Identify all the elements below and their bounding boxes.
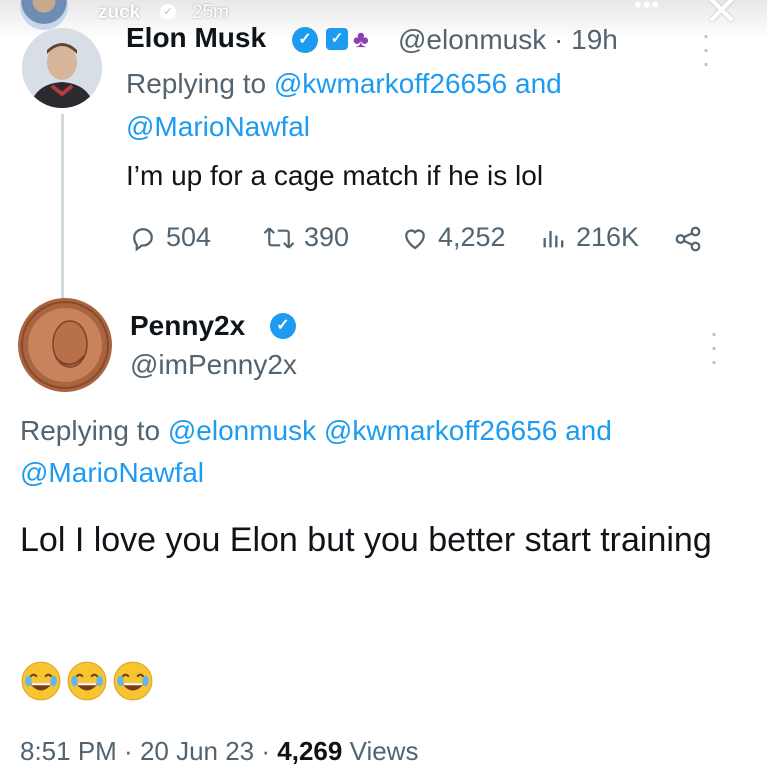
tweet-time: 19h [571,24,618,55]
footer-time[interactable]: 8:51 PM [20,736,117,766]
verified-icon: ✓ [292,27,318,53]
tweet-text: I’m up for a cage match if he is lol [126,160,544,191]
author-name[interactable]: Penny2x [130,310,245,342]
avatar[interactable] [18,298,112,392]
story-more-icon[interactable]: ••• [634,0,660,18]
mention-link[interactable]: @elonmusk [168,415,316,446]
retweet-button[interactable]: 390 [262,222,349,253]
like-button[interactable]: 4,252 [400,222,506,253]
retweet-icon [263,227,295,248]
views-chart-icon [543,230,564,247]
tweet-text: Lol I love you Elon but you better start… [20,521,712,559]
laughing-emoji-icon [113,661,153,701]
laughing-emoji-icon [21,661,61,701]
reply-button[interactable]: 504 [128,222,211,253]
verified-icon: ✓ [270,313,296,339]
reply-count: 504 [166,222,212,252]
share-icon[interactable] [672,224,704,259]
thread-line [61,114,64,300]
mention-link[interactable]: @MarioNawfal [126,111,310,143]
tweet-footer: 8:51 PM · 20 Jun 23 · 4,269 Views [20,736,419,766]
footer-date[interactable]: 20 Jun 23 [140,736,254,766]
footer-views-label: Views [349,736,419,766]
mention-link[interactable]: @MarioNawfal [20,457,204,489]
elon-avatar-image [22,28,102,108]
views-button[interactable]: 216K [540,222,639,253]
retweet-count: 390 [304,222,350,252]
like-count: 4,252 [438,222,506,252]
author-handle[interactable]: @imPenny2x [130,349,297,381]
author-name[interactable]: Elon Musk [126,22,266,54]
views-count: 216K [576,222,640,252]
story-username[interactable]: zuck [98,2,140,24]
replying-to-line: Replying to @elonmusk @kwmarkoff26656 an… [20,415,612,446]
emoji-row [20,660,154,702]
avatar[interactable] [22,28,102,108]
penny-coin-image [21,301,109,389]
heart-icon [405,228,425,249]
story-verified-icon: ✓ [160,4,176,20]
footer-views-count: 4,269 [277,736,343,766]
affiliation-icon: ♣ [353,26,369,53]
mention-link[interactable]: @kwmarkoff26656 [274,68,507,99]
mention-link[interactable]: @kwmarkoff26656 [324,415,557,446]
gov-badge-icon: ✓ [326,28,348,50]
more-options-icon[interactable]: · · · [700,21,712,77]
author-handle[interactable]: @elonmusk · 19h [398,24,618,56]
laughing-emoji-icon [67,661,107,701]
reply-icon [133,227,153,251]
replying-to-line: Replying to @kwmarkoff26656 and [126,68,562,99]
more-options-icon[interactable]: · · · [708,319,720,375]
story-timestamp: 25m [192,2,229,23]
